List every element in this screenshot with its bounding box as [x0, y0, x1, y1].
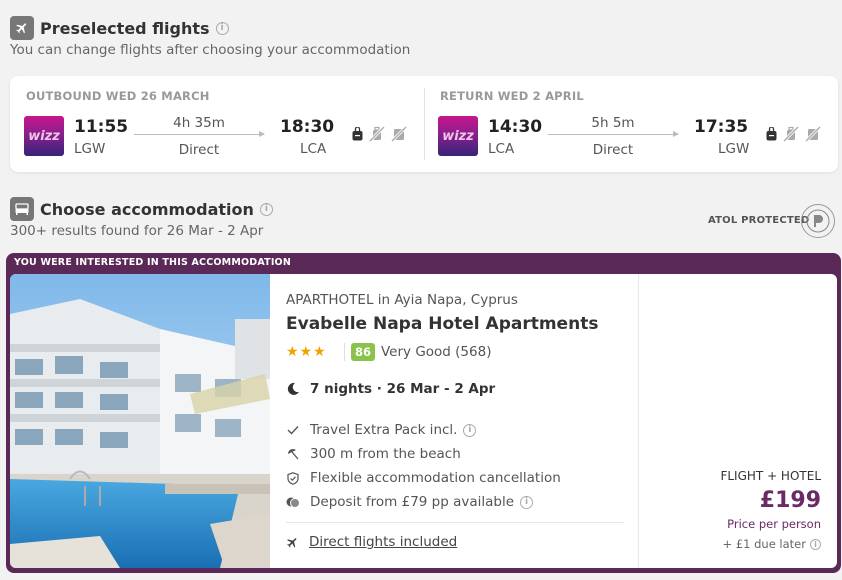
hotel-info: APARTHOTEL in Ayia Napa, Cyprus Evabelle… — [286, 274, 630, 568]
due-later: + £1 due later i — [723, 537, 821, 551]
return-duration: 5h 5m — [591, 115, 635, 131]
outbound-depart-time: 11:55 — [74, 117, 129, 137]
review-score-label[interactable]: Very Good (568) — [381, 344, 491, 360]
shield-check-icon — [286, 471, 300, 485]
outbound-flight-type: Direct — [178, 142, 220, 158]
no-checked-bag-icon — [805, 126, 821, 142]
accommodation-title: Choose accommodation — [40, 199, 254, 219]
no-checked-bag-icon — [391, 126, 407, 142]
info-icon[interactable]: i — [810, 538, 821, 550]
info-icon[interactable]: i — [463, 423, 477, 437]
airplane-icon — [10, 16, 34, 40]
featured-accommodation: YOU WERE INTERESTED IN THIS ACCOMMODATIO… — [6, 253, 841, 573]
bed-icon — [10, 197, 34, 221]
return-depart-airport: LCA — [488, 141, 515, 157]
outbound-depart-airport: LGW — [74, 141, 106, 157]
outbound-leg: OUTBOUND WED 26 MARCH wizz 11:55 LGW 4h … — [10, 76, 424, 172]
interested-banner: YOU WERE INTERESTED IN THIS ACCOMMODATIO… — [14, 257, 291, 268]
coins-icon — [286, 496, 300, 509]
hotel-photo[interactable] — [10, 274, 270, 568]
info-icon[interactable]: i — [520, 495, 534, 509]
return-flight-type: Direct — [592, 142, 634, 158]
feature-deposit: Deposit from £79 pp available i — [286, 494, 534, 510]
airplane-icon — [287, 537, 297, 547]
preselected-flights-subtitle: You can change flights after choosing yo… — [10, 42, 411, 58]
feature-travel-extra: Travel Extra Pack incl. i — [286, 422, 477, 438]
check-icon — [286, 425, 300, 435]
return-flight-line — [548, 131, 679, 137]
preselected-flights-header: Preselected flights i — [10, 16, 229, 40]
return-arrive-time: 17:35 — [694, 117, 749, 137]
outbound-arrive-airport: LCA — [300, 141, 327, 157]
package-label: FLIGHT + HOTEL — [720, 469, 821, 483]
outbound-arrive-time: 18:30 — [280, 117, 335, 137]
accommodation-subtitle: 300+ results found for 26 Mar - 2 Apr — [10, 223, 264, 239]
feature-flexible-cancellation: Flexible accommodation cancellation — [286, 470, 561, 486]
accommodation-header: Choose accommodation i — [10, 197, 273, 221]
atol-logo — [801, 204, 835, 238]
info-icon[interactable]: i — [215, 21, 229, 35]
hotel-name[interactable]: Evabelle Napa Hotel Apartments — [286, 314, 598, 334]
price-per-person: Price per person — [727, 517, 821, 531]
beach-umbrella-icon — [286, 448, 300, 460]
return-label: RETURN WED 2 APRIL — [440, 89, 584, 103]
outbound-baggage-icons — [352, 126, 407, 142]
return-leg: RETURN WED 2 APRIL wizz 14:30 LCA 5h 5m … — [424, 76, 838, 172]
return-baggage-icons — [766, 126, 821, 142]
hand-bag-icon — [352, 127, 363, 141]
wizz-air-logo: wizz — [24, 116, 64, 156]
features-divider — [286, 522, 624, 523]
info-icon[interactable]: i — [259, 202, 273, 216]
feature-beach-distance: 300 m from the beach — [286, 446, 461, 462]
price-amount: £199 — [759, 488, 821, 513]
price-column[interactable]: FLIGHT + HOTEL £199 Price per person + £… — [638, 274, 837, 568]
review-score-badge: 86 — [351, 343, 375, 361]
no-cabin-bag-icon — [369, 126, 385, 142]
outbound-flight-line — [134, 131, 265, 137]
wizz-air-logo: wizz — [438, 116, 478, 156]
atol-protected-label: ATOL PROTECTED — [708, 215, 810, 226]
moon-icon — [287, 382, 299, 395]
return-depart-time: 14:30 — [488, 117, 543, 137]
outbound-duration: 4h 35m — [173, 115, 225, 131]
hand-bag-icon — [766, 127, 777, 141]
no-cabin-bag-icon — [783, 126, 799, 142]
rating-divider — [344, 343, 345, 361]
return-arrive-airport: LGW — [718, 141, 750, 157]
hotel-card[interactable]: APARTHOTEL in Ayia Napa, Cyprus Evabelle… — [10, 274, 837, 568]
flights-card[interactable]: OUTBOUND WED 26 MARCH wizz 11:55 LGW 4h … — [10, 76, 838, 172]
nights-dates: 7 nights · 26 Mar - 2 Apr — [310, 381, 496, 397]
outbound-label: OUTBOUND WED 26 MARCH — [26, 89, 210, 103]
preselected-flights-title: Preselected flights — [40, 18, 210, 38]
star-rating: ★★★ — [286, 344, 327, 360]
nights-row: 7 nights · 26 Mar - 2 Apr — [286, 381, 495, 397]
direct-flights-link[interactable]: Direct flights included — [286, 534, 457, 550]
hotel-type-location: APARTHOTEL in Ayia Napa, Cyprus — [286, 292, 518, 308]
